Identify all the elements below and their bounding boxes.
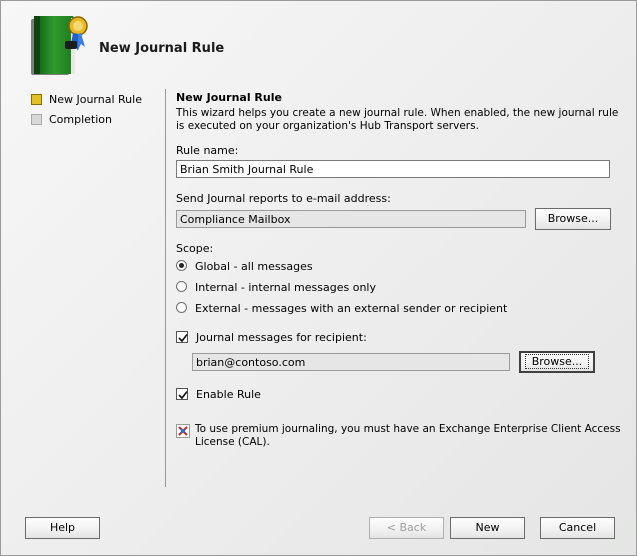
journal-recipient-label[interactable]: Journal messages for recipient:: [196, 331, 367, 344]
cancel-button[interactable]: Cancel: [540, 517, 615, 539]
scope-external-label[interactable]: External - messages with an external sen…: [195, 302, 507, 315]
scope-global-radio[interactable]: [176, 260, 187, 271]
send-to-label: Send Journal reports to e-mail address:: [176, 192, 391, 205]
journal-recipient-checkbox[interactable]: [176, 331, 188, 343]
current-step-icon: [31, 93, 42, 105]
nav-item-new-journal-rule[interactable]: New Journal Rule: [31, 89, 161, 109]
journal-book-icon: [31, 16, 88, 75]
nav-divider: [165, 89, 166, 487]
nav-item-completion[interactable]: Completion: [31, 109, 161, 129]
wizard-title: New Journal Rule: [99, 41, 225, 56]
wizard-nav: New Journal Rule Completion: [31, 89, 161, 129]
recipient-browse-label: Browse...: [524, 354, 590, 369]
recipient-browse-button[interactable]: Browse...: [519, 351, 595, 373]
scope-label: Scope:: [176, 242, 214, 255]
scope-internal-label[interactable]: Internal - internal messages only: [195, 281, 376, 294]
scope-internal-radio[interactable]: [176, 281, 187, 292]
premium-license-icon: [176, 424, 190, 438]
back-button[interactable]: < Back: [369, 517, 444, 539]
help-button[interactable]: Help: [25, 517, 100, 539]
enable-rule-checkbox[interactable]: [176, 388, 188, 400]
rule-name-input[interactable]: Brian Smith Journal Rule: [176, 160, 610, 178]
scope-global-label[interactable]: Global - all messages: [195, 260, 313, 273]
wizard-header: New Journal Rule: [1, 1, 636, 85]
recipient-field: brian@contoso.com: [192, 353, 510, 371]
premium-journaling-notice: To use premium journaling, you must have…: [195, 423, 621, 448]
send-to-field: Compliance Mailbox: [176, 210, 526, 228]
rule-name-label: Rule name:: [176, 144, 239, 157]
section-title: New Journal Rule: [176, 91, 282, 104]
nav-item-label: New Journal Rule: [49, 92, 142, 106]
new-button[interactable]: New: [450, 517, 525, 539]
scope-external-radio[interactable]: [176, 302, 187, 313]
nav-item-label: Completion: [49, 112, 113, 126]
checkmark-icon: [178, 334, 188, 343]
send-to-browse-button[interactable]: Browse...: [535, 208, 611, 230]
pending-step-icon: [31, 113, 42, 125]
enable-rule-label[interactable]: Enable Rule: [196, 388, 261, 401]
wizard-window: New Journal Rule New Journal Rule Comple…: [0, 0, 637, 556]
wizard-description: This wizard helps you create a new journ…: [176, 107, 619, 132]
checkmark-icon: [178, 391, 188, 400]
